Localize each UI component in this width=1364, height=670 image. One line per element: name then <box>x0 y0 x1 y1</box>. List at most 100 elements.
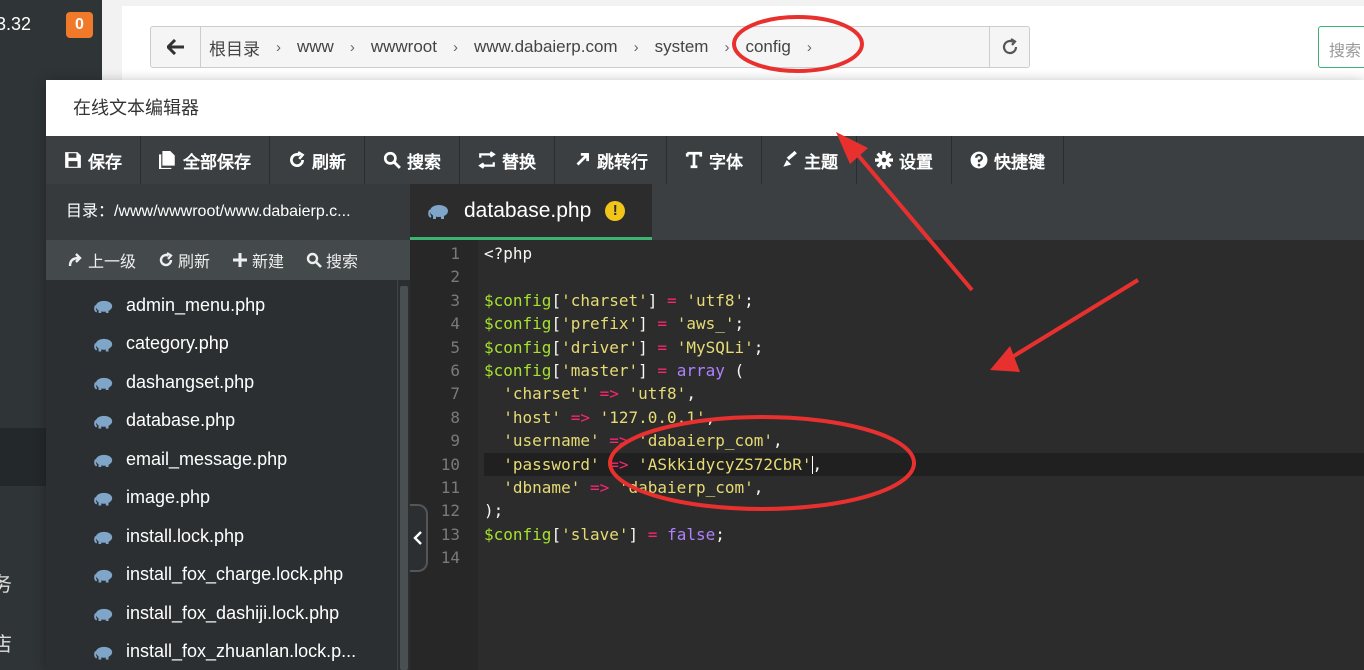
toolbar-button-label: 保存 <box>88 152 122 172</box>
file-list-item[interactable]: install_fox_charge.lock.php <box>46 556 410 595</box>
breadcrumb-label: www.dabaierp.com <box>473 37 618 56</box>
file-name: install.lock.php <box>126 525 245 546</box>
sidebar-menu-fragment[interactable]: 店 <box>0 628 12 657</box>
line-number: 5 <box>450 337 460 357</box>
refresh-path-button[interactable] <box>989 27 1029 67</box>
toolbar-button-label: 跳转行 <box>597 152 648 172</box>
file-list-item[interactable]: dashangset.php <box>46 363 410 402</box>
breadcrumb-item[interactable]: www › <box>297 37 371 57</box>
code-editor[interactable]: 1 2 3 4 5 6 7 8 9 10 11 12 13 14 <?php $config['chars… <box>410 240 1364 670</box>
code-token: 'charset' <box>503 384 590 404</box>
search-icon <box>383 151 401 169</box>
arrow-left-icon <box>166 39 184 55</box>
line-number-gutter: 1 2 3 4 5 6 7 8 9 10 11 12 13 14 <box>410 240 478 670</box>
code-token: 'host' <box>503 407 562 427</box>
code-line-active: 'password' => 'ASkkidycyZS72CbR', <box>484 452 1364 476</box>
breadcrumb-item[interactable]: wwwroot › <box>371 37 474 57</box>
dialog-title: 在线文本编辑器 <box>46 80 1364 136</box>
toolbar-button[interactable]: 设置 <box>857 136 952 184</box>
toolbar-button-label: 设置 <box>899 152 933 172</box>
breadcrumb-item[interactable]: 根目录 › <box>209 35 297 60</box>
file-name: install_fox_dashiji.lock.php <box>126 602 340 623</box>
code-token: 'utf8' <box>686 290 745 310</box>
breadcrumb-items: 根目录 › www › wwwroot › www.dabaierp.com › system ›… <box>201 35 989 60</box>
back-button[interactable] <box>151 27 201 67</box>
toolbar-button[interactable]: 主题 <box>762 136 857 184</box>
toolbar-button[interactable]: 跳转行 <box>555 136 667 184</box>
online-text-editor-dialog: 在线文本编辑器 保存 全部保存 刷新 搜索 替换 跳转行 字体 主题 设置 快捷键 目录：/www… <box>46 80 1364 670</box>
code-line: $config['master'] = array ( <box>484 360 745 380</box>
toolbar-button[interactable]: 保存 <box>46 136 141 184</box>
toolbar-button-label: 主题 <box>804 152 838 172</box>
code-token: array <box>676 360 725 380</box>
line-number: 6 <box>450 360 460 380</box>
line-number: 10 <box>440 454 460 474</box>
line-number: 8 <box>450 407 460 427</box>
file-list-item[interactable]: install_fox_dashiji.lock.php <box>46 594 410 633</box>
breadcrumb-item[interactable]: config › <box>745 37 827 57</box>
code-token: $config <box>484 290 552 310</box>
chevron-right-icon: › <box>806 38 812 56</box>
code-token: $config <box>484 524 552 544</box>
file-name: database.php <box>126 410 236 431</box>
jump-line-icon <box>573 151 591 169</box>
file-list-item[interactable]: admin_menu.php <box>46 286 410 325</box>
toolbar-button[interactable]: 替换 <box>460 136 555 184</box>
file-tabs: database.php ! <box>410 184 1364 240</box>
php-elephant-icon <box>94 336 114 352</box>
sidebar-action-button[interactable]: 搜索 <box>306 248 358 272</box>
sidebar-menu-fragment[interactable]: 务 <box>0 568 12 597</box>
server-ip-fragment: 3.32 <box>0 14 32 34</box>
breadcrumb-item[interactable]: system › <box>655 37 746 57</box>
toolbar-button-label: 替换 <box>502 152 536 172</box>
line-number: 7 <box>450 384 460 404</box>
line-number: 9 <box>450 431 460 451</box>
file-name: image.php <box>126 487 211 508</box>
file-list: admin_menu.php category.php dashangset.php… <box>46 280 410 670</box>
file-list-item[interactable]: image.php <box>46 479 410 518</box>
file-list-item[interactable]: install.lock.php <box>46 517 410 556</box>
code-line: 'charset' => 'utf8', <box>503 384 696 404</box>
search-icon <box>306 252 322 268</box>
save-icon <box>64 151 82 169</box>
editor-body: 目录：/www/wwwroot/www.dabaierp.c... 上一级 刷新 新… <box>46 184 1364 670</box>
sidebar-actions: 上一级 刷新 新建 搜索 <box>46 240 410 280</box>
code-token: 'dabaierp_com' <box>638 431 773 451</box>
code-lines[interactable]: <?php $config['charset'] = 'utf8'; $conf… <box>478 240 1364 670</box>
sidebar-action-button[interactable]: 刷新 <box>158 248 210 272</box>
toolbar-button[interactable]: 全部保存 <box>141 136 270 184</box>
code-line: $config['driver'] = 'MySQLi'; <box>484 337 764 357</box>
file-name: category.php <box>126 333 229 354</box>
php-elephant-icon <box>94 528 114 545</box>
breadcrumb-label: config <box>745 37 791 56</box>
php-elephant-icon <box>94 490 114 506</box>
gear-icon <box>875 151 893 169</box>
php-elephant-icon <box>94 605 114 622</box>
code-token: 'MySQLi' <box>676 337 754 357</box>
toolbar-button[interactable]: 快捷键 <box>952 136 1064 184</box>
breadcrumb-item[interactable]: www.dabaierp.com › <box>474 37 655 57</box>
up-level-icon <box>68 252 84 268</box>
sidebar-action-button[interactable]: 上一级 <box>68 248 136 272</box>
file-list-item[interactable]: database.php <box>46 402 410 441</box>
toolbar-button-label: 快捷键 <box>994 152 1045 172</box>
file-list-item[interactable]: install_fox_zhuanlan.lock.p... <box>46 633 410 670</box>
collapse-sidebar-button[interactable] <box>410 504 428 572</box>
file-sidebar: 目录：/www/wwwroot/www.dabaierp.c... 上一级 刷新 新… <box>46 184 410 670</box>
file-list-item[interactable]: email_message.php <box>46 440 410 479</box>
sidebar-action-button[interactable]: 新建 <box>232 248 284 272</box>
toolbar-button[interactable]: 刷新 <box>270 136 365 184</box>
breadcrumb-label: 根目录 <box>209 39 260 59</box>
sidebar-scrollbar[interactable] <box>397 280 409 670</box>
tab-database-php[interactable]: database.php ! <box>410 184 652 240</box>
code-token: 'aws_' <box>676 314 735 334</box>
scrollbar-thumb[interactable] <box>400 286 408 670</box>
toolbar-button[interactable]: 搜索 <box>365 136 460 184</box>
code-line: $config['charset'] = 'utf8'; <box>484 290 754 310</box>
toolbar-button[interactable]: 字体 <box>667 136 762 184</box>
file-list-item[interactable]: category.php <box>46 325 410 364</box>
file-search-input[interactable]: 搜索 <box>1318 26 1364 68</box>
notification-badge[interactable]: 0 <box>66 12 93 38</box>
